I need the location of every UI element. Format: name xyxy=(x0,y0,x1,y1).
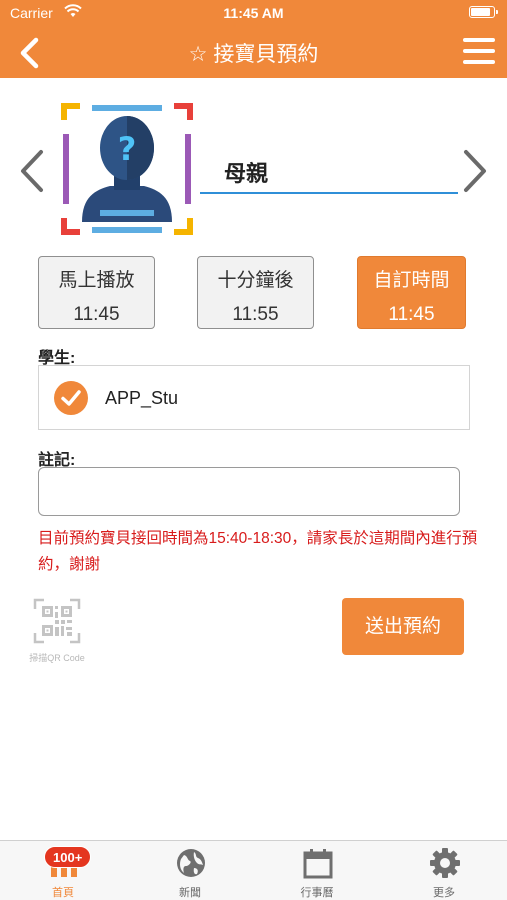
tab-home[interactable]: 100+ 首頁 xyxy=(0,841,126,900)
back-button[interactable] xyxy=(14,34,46,72)
tab-calendar[interactable]: 行事曆 xyxy=(254,841,380,900)
time-option-value: 11:45 xyxy=(73,304,120,325)
name-underline xyxy=(200,192,458,194)
status-time: 11:45 AM xyxy=(223,5,284,21)
chevron-left-icon xyxy=(20,37,39,69)
tab-news[interactable]: 新聞 xyxy=(127,841,253,900)
qr-caption: 掃描QR Code xyxy=(29,653,85,663)
time-option-value: 11:55 xyxy=(232,304,279,325)
submit-reservation-button[interactable]: 送出預約 xyxy=(342,598,464,655)
chevron-left-icon xyxy=(21,150,43,192)
student-name: APP_Stu xyxy=(105,388,179,408)
hamburger-icon xyxy=(463,38,495,42)
time-option-custom[interactable]: 自訂時間 11:45 xyxy=(357,256,466,329)
tab-label: 首頁 xyxy=(52,887,74,899)
tab-more[interactable]: 更多 xyxy=(381,841,507,900)
checkmark-icon[interactable] xyxy=(54,381,88,415)
guardian-avatar[interactable]: ? xyxy=(60,102,194,236)
time-option-immediate[interactable]: 馬上播放 11:45 xyxy=(38,256,155,329)
unknown-person-icon: ? xyxy=(61,103,193,235)
battery-icon xyxy=(469,6,498,18)
gear-icon xyxy=(430,848,460,878)
scan-qr-button[interactable]: 掃描QR Code xyxy=(24,598,90,663)
app-screen: Carrier 11:45 AM ☆ 接寶貝預約 ? 母親 馬上播放 11:45… xyxy=(0,0,507,900)
time-option-label: 自訂時間 xyxy=(373,270,450,291)
previous-guardian-button[interactable] xyxy=(17,148,47,194)
time-option-value: 11:45 xyxy=(388,304,435,325)
student-list-item[interactable]: APP_Stu xyxy=(38,365,470,430)
time-option-label: 十分鐘後 xyxy=(217,270,294,291)
next-guardian-button[interactable] xyxy=(460,148,490,194)
menu-button[interactable] xyxy=(463,38,495,66)
notification-badge: 100+ xyxy=(44,846,92,868)
globe-icon xyxy=(177,849,205,877)
tab-label: 新聞 xyxy=(179,887,201,899)
header-bar: Carrier 11:45 AM ☆ 接寶貝預約 xyxy=(0,0,507,78)
chevron-right-icon xyxy=(464,150,486,192)
svg-text:?: ? xyxy=(118,130,137,168)
tab-label: 更多 xyxy=(433,887,455,899)
bottom-tab-bar: 100+ 首頁 新聞 行事曆 更多 xyxy=(0,840,507,900)
note-input[interactable] xyxy=(38,467,460,516)
pickup-time-notice: 目前預約寶貝接回時間為15:40-18:30，請家長於這期間內進行預約，謝謝 xyxy=(38,530,478,573)
guardian-name: 母親 xyxy=(224,161,269,186)
tab-label: 行事曆 xyxy=(300,887,334,899)
status-bar: Carrier 11:45 AM xyxy=(0,0,507,26)
calendar-icon xyxy=(303,849,333,879)
time-option-label: 馬上播放 xyxy=(58,270,135,291)
page-title: ☆ 接寶貝預約 xyxy=(188,43,319,66)
time-option-ten-minutes[interactable]: 十分鐘後 11:55 xyxy=(197,256,314,329)
qr-code-icon xyxy=(33,598,81,644)
